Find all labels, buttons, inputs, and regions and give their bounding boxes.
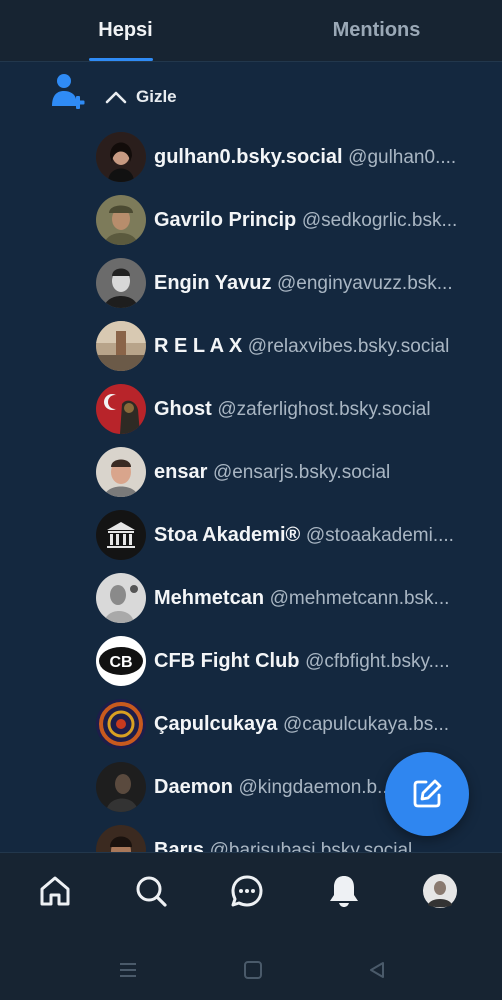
- collapse-toggle[interactable]: Gizle: [104, 82, 177, 112]
- svg-text:CB: CB: [109, 654, 132, 671]
- avatar[interactable]: [96, 132, 146, 182]
- user-row[interactable]: Çapulcukaya @capulcukaya.bs...: [96, 698, 496, 750]
- home-square-icon: [244, 961, 262, 979]
- display-name: ensar: [154, 460, 208, 483]
- display-name: Daemon: [154, 775, 233, 798]
- user-handle: @barisubasi.bsky.social: [209, 839, 413, 853]
- tab-mentions-label: Mentions: [332, 19, 421, 41]
- display-name: Ghost: [154, 397, 212, 420]
- user-handle: @capulcukaya.bs...: [282, 713, 450, 735]
- user-handle: @enginyavuzz.bsk...: [277, 272, 453, 294]
- notification-list[interactable]: Gizle gulhan0.bsky.social @gulhan0.... G…: [0, 62, 502, 852]
- system-nav-bar: [0, 936, 502, 1000]
- avatar[interactable]: [96, 762, 146, 812]
- bottom-nav: [0, 852, 502, 936]
- user-handle: @sedkogrlic.bsk...: [301, 209, 458, 231]
- user-handle: @zaferlighost.bsky.social: [217, 398, 431, 420]
- avatar[interactable]: [96, 384, 146, 434]
- nav-notifications[interactable]: [324, 871, 364, 911]
- compose-button[interactable]: [385, 752, 469, 836]
- user-row[interactable]: R E L A X @relaxvibes.bsky.social: [96, 320, 496, 372]
- tab-hepsi[interactable]: Hepsi: [0, 0, 251, 61]
- tab-mentions[interactable]: Mentions: [251, 0, 502, 61]
- back-triangle-icon: [370, 962, 384, 978]
- display-name: Stoa Akademi®: [154, 523, 301, 546]
- user-handle: @ensarjs.bsky.social: [212, 461, 391, 483]
- user-handle: @stoaakademi....: [305, 524, 454, 546]
- avatar[interactable]: [96, 825, 146, 852]
- avatar[interactable]: [96, 573, 146, 623]
- system-back-button[interactable]: [363, 956, 391, 984]
- chevron-up-icon: [105, 91, 127, 104]
- system-home-button[interactable]: [239, 956, 267, 984]
- display-name: Mehmetcan: [154, 586, 265, 609]
- avatar[interactable]: [96, 258, 146, 308]
- avatar[interactable]: [96, 447, 146, 497]
- compose-icon: [413, 779, 442, 808]
- avatar[interactable]: [96, 699, 146, 749]
- display-name: Gavrilo Princip: [154, 208, 297, 231]
- display-name: gulhan0.bsky.social: [154, 145, 343, 168]
- display-name: Barış: [154, 838, 205, 853]
- avatar: [423, 874, 457, 908]
- user-row[interactable]: ensar @ensarjs.bsky.social: [96, 446, 496, 498]
- user-handle: @cfbfight.bsky....: [305, 650, 450, 672]
- user-row[interactable]: Gavrilo Princip @sedkogrlic.bsk...: [96, 194, 496, 246]
- tab-bar: Hepsi Mentions: [0, 0, 502, 62]
- user-row[interactable]: CB CFB Fight Club @cfbfight.bsky....: [96, 635, 496, 687]
- menu-icon: [120, 963, 136, 977]
- home-icon: [40, 876, 70, 906]
- display-name: Çapulcukaya: [154, 712, 278, 735]
- display-name: CFB Fight Club: [154, 649, 300, 672]
- avatar[interactable]: CB: [96, 636, 146, 686]
- nav-profile[interactable]: [420, 871, 460, 911]
- user-row[interactable]: Mehmetcan @mehmetcann.bsk...: [96, 572, 496, 624]
- user-handle: @kingdaemon.b...: [238, 776, 393, 798]
- user-handle: @mehmetcann.bsk...: [269, 587, 450, 609]
- collapse-label: Gizle: [136, 87, 177, 106]
- user-row[interactable]: Stoa Akademi® @stoaakademi....: [96, 509, 496, 561]
- system-recent-button[interactable]: [114, 956, 142, 984]
- user-handle: @gulhan0....: [348, 146, 457, 168]
- tab-hepsi-label: Hepsi: [98, 19, 153, 41]
- search-icon: [136, 876, 167, 907]
- user-handle: @relaxvibes.bsky.social: [247, 335, 450, 357]
- display-name: R E L A X: [154, 334, 243, 357]
- nav-home[interactable]: [35, 871, 75, 911]
- user-row[interactable]: Ghost @zaferlighost.bsky.social: [96, 383, 496, 435]
- avatar[interactable]: [96, 321, 146, 371]
- display-name: Engin Yavuz: [154, 271, 272, 294]
- user-row[interactable]: Engin Yavuz @enginyavuzz.bsk...: [96, 257, 496, 309]
- user-row[interactable]: gulhan0.bsky.social @gulhan0....: [96, 131, 496, 183]
- chat-icon: [231, 875, 263, 907]
- avatar[interactable]: [96, 195, 146, 245]
- active-tab-indicator: [89, 58, 153, 61]
- nav-chat[interactable]: [227, 871, 267, 911]
- bell-icon: [330, 876, 358, 907]
- nav-search[interactable]: [131, 871, 171, 911]
- follow-group-header: Gizle: [0, 62, 502, 132]
- avatar[interactable]: [96, 510, 146, 560]
- add-person-icon: [52, 74, 85, 109]
